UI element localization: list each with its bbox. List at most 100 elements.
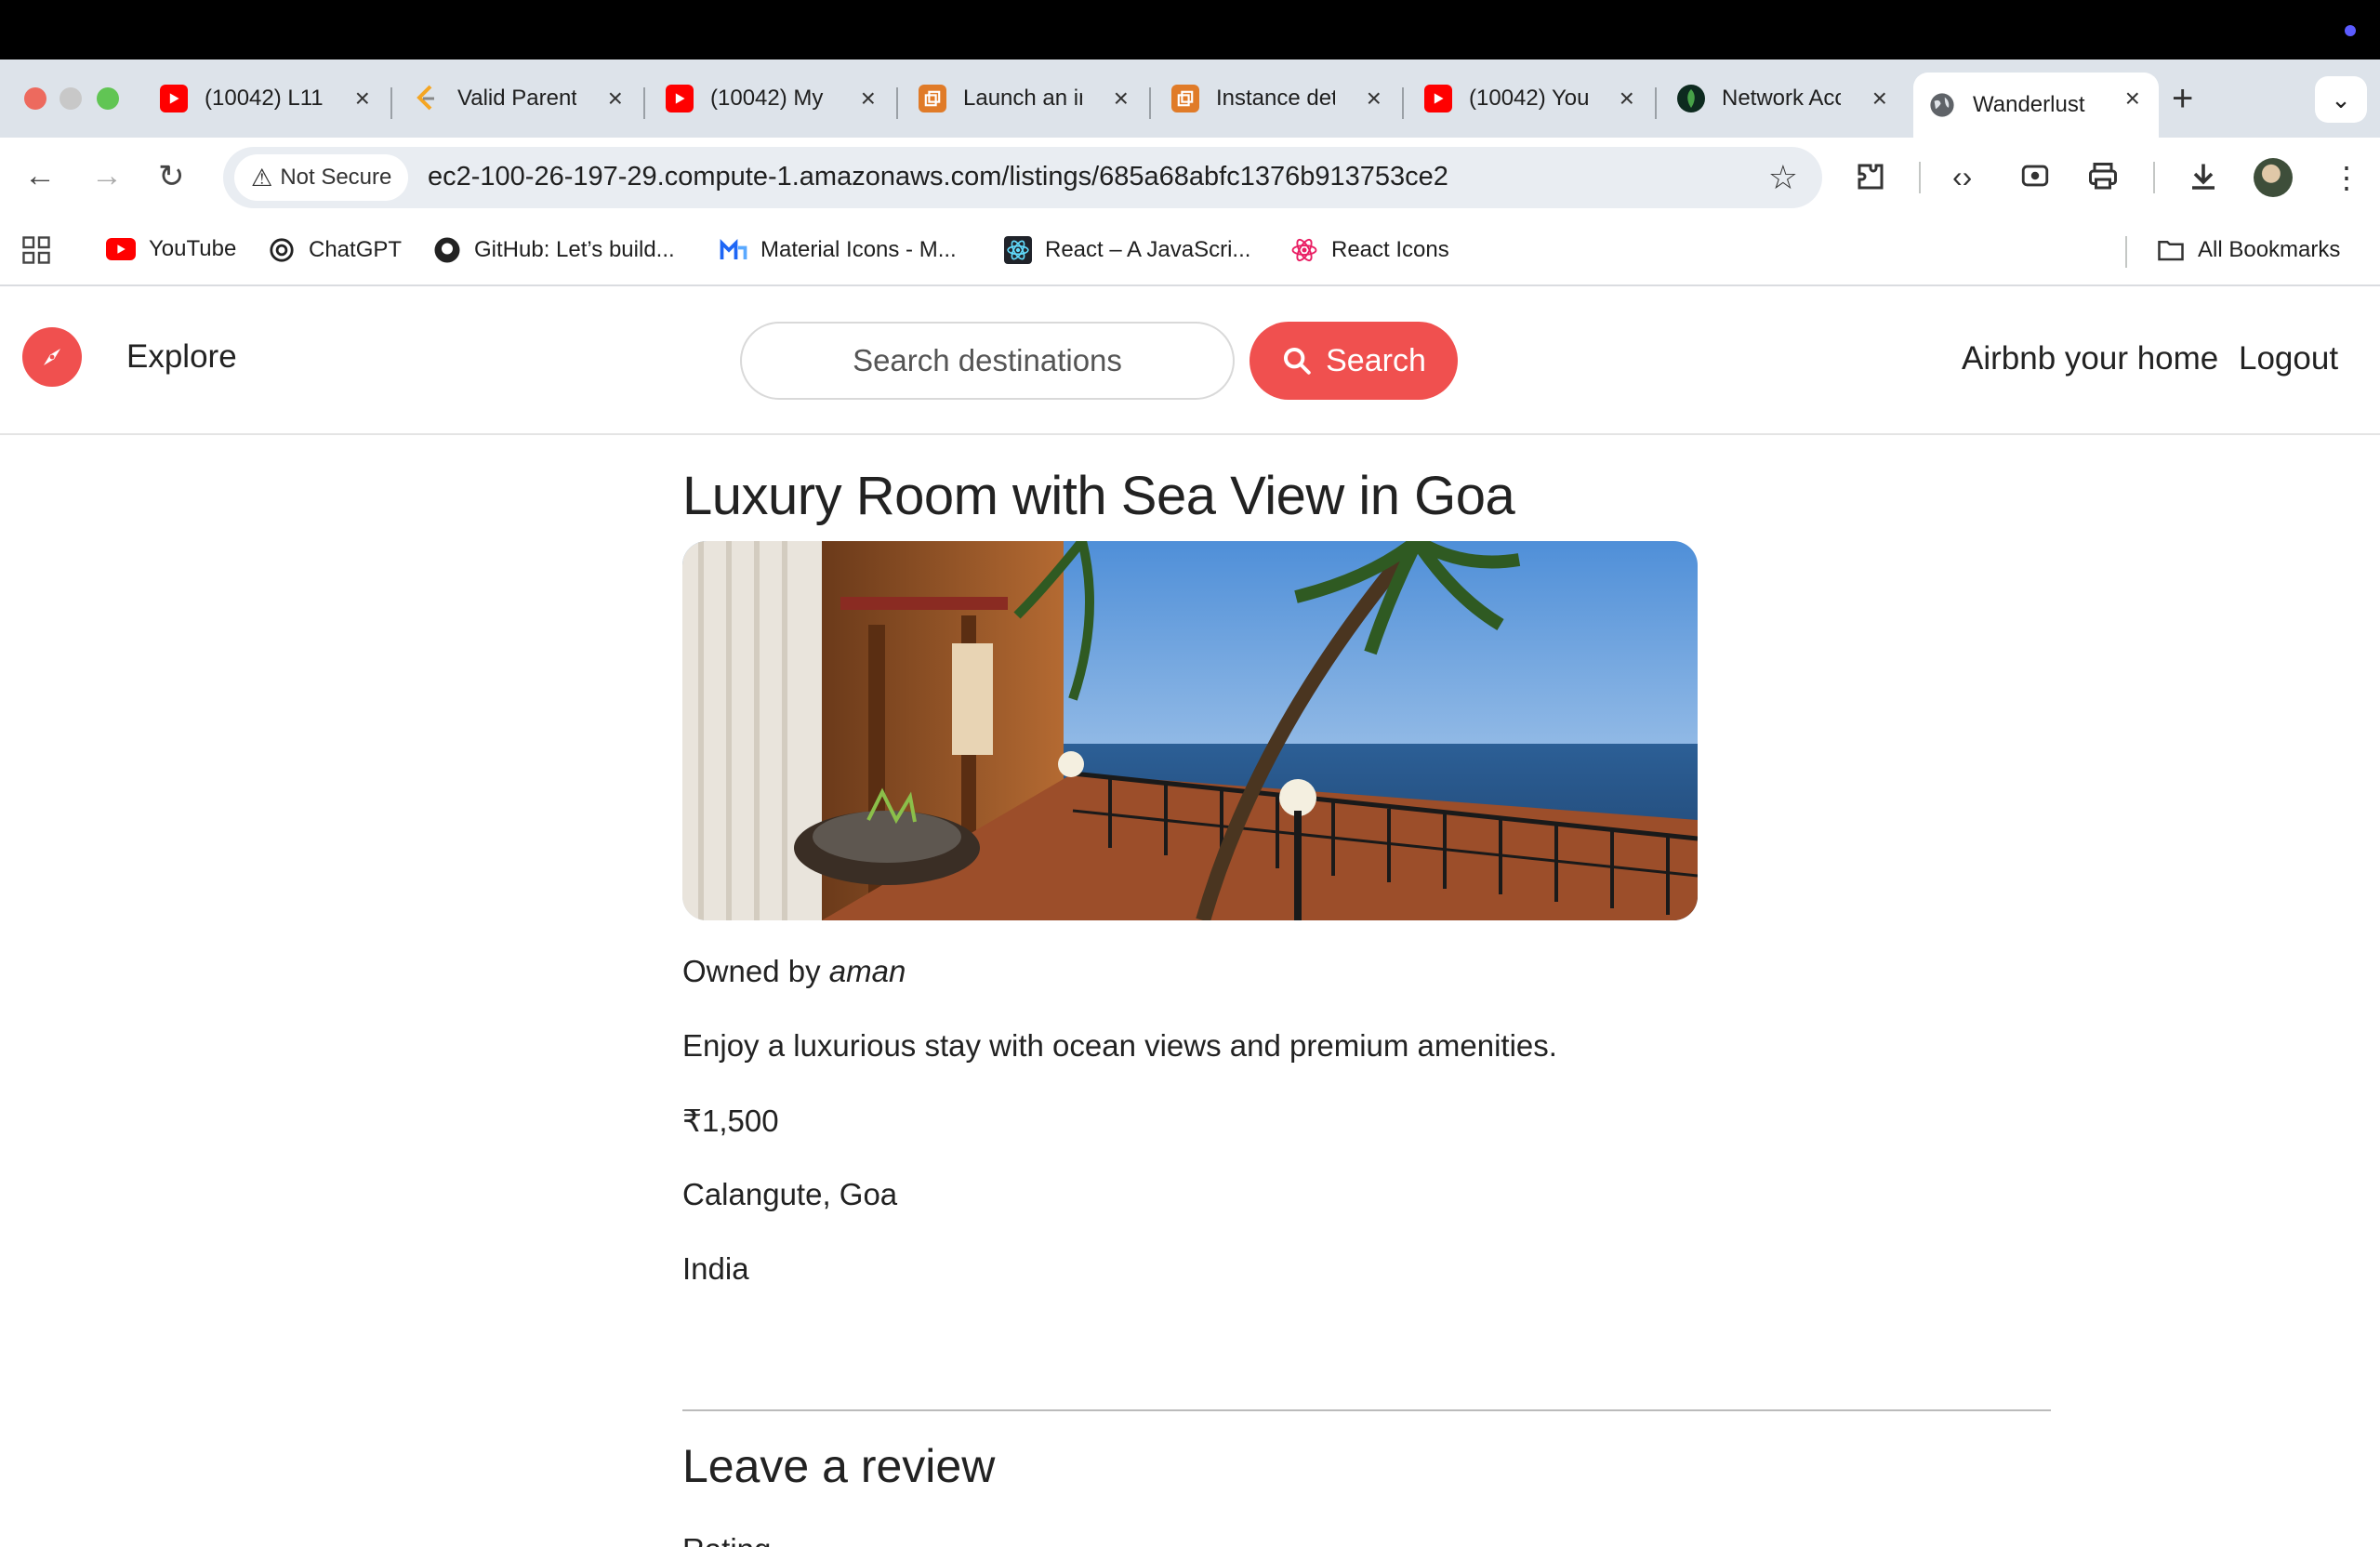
listing-title: Luxury Room with Sea View in Goa [682,466,1515,526]
bookmark-label: YouTube [149,236,237,261]
url-text[interactable]: ec2-100-26-197-29.compute-1.amazonaws.co… [428,162,1448,192]
code-icon[interactable]: ‹› [1952,160,1972,194]
logout-link[interactable]: Logout [2239,340,2338,377]
search-button[interactable]: Search [1250,322,1458,400]
bookmark-label: GitHub: Let’s build... [474,237,675,262]
compass-logo-icon[interactable] [22,327,82,387]
minimize-window-button[interactable] [60,87,82,110]
bookmark-github[interactable]: GitHub: Let’s build... [433,236,675,264]
listing-country: India [682,1251,749,1286]
tab-title: Instance details [1216,86,1335,111]
bookmark-react[interactable]: React – A JavaScri... [1004,236,1250,264]
listing-image [682,541,1698,920]
globe-icon [1928,91,1956,119]
tab-separator [1402,87,1404,119]
tab-title: (10042) My [710,86,824,111]
tab-title: (10042) L11 [205,86,324,111]
bookmarks-separator [2125,236,2127,268]
bookmark-label: All Bookmarks [2198,237,2341,262]
close-tab-icon[interactable]: × [1367,84,1382,113]
bookmark-youtube[interactable]: YouTube [106,236,236,262]
tab-leetcode[interactable]: Valid Parentheses × [398,73,641,125]
bookmark-material-icons[interactable]: Material Icons - M... [720,236,957,264]
download-icon[interactable] [2187,160,2220,201]
bookmark-star-icon[interactable]: ☆ [1768,158,1798,197]
search-input[interactable]: Search destinations [740,322,1235,400]
close-tab-icon[interactable]: × [608,84,623,113]
listing-location: Calangute, Goa [682,1177,898,1211]
owner-line: Owned by aman [682,954,906,989]
bookmark-label: React – A JavaScri... [1045,237,1251,262]
tab-youtube-2[interactable]: (10042) My × [651,73,894,125]
back-icon[interactable]: ← [24,158,56,194]
menu-bar [0,0,2380,60]
material-icon [720,236,747,264]
all-bookmarks[interactable]: All Bookmarks [2157,236,2340,264]
owner-name: aman [828,954,906,988]
profile-avatar[interactable] [2254,158,2293,197]
tab-aws-instance[interactable]: Instance details × [1157,73,1400,125]
close-tab-icon[interactable]: × [2125,84,2140,113]
bookmark-react-icons[interactable]: React Icons [1290,236,1449,264]
tab-strip: (10042) L11 × Valid Parentheses × (10042… [0,60,2380,138]
search-button-label: Search [1326,342,1426,378]
print-icon[interactable] [2086,160,2120,201]
tab-title: (10042) You [1469,86,1588,111]
react-icons-icon [1290,236,1318,264]
tab-separator [1655,87,1657,119]
airbnb-your-home-link[interactable]: Airbnb your home [1962,340,2218,377]
close-tab-icon[interactable]: × [1872,84,1887,113]
tab-aws-launch[interactable]: Launch an instance × [904,73,1147,125]
mongodb-icon [1677,85,1705,112]
owner-prefix: Owned by [682,954,821,988]
react-icon [1004,236,1032,264]
tab-separator [390,87,392,119]
tab-mongodb[interactable]: Network Access × [1662,73,1906,125]
explore-link[interactable]: Explore [126,338,237,376]
tab-youtube-1[interactable]: (10042) L11 × [145,73,389,125]
rating-label: Rating [682,1532,771,1547]
forward-icon[interactable]: → [91,158,123,194]
tab-title: Launch an instance [963,86,1082,111]
bookmark-chatgpt[interactable]: ChatGPT [268,236,402,264]
close-tab-icon[interactable]: × [1620,84,1634,113]
warning-icon: ⚠ [251,163,273,192]
youtube-icon [106,238,136,260]
bookmarks-bar: YouTube ChatGPT GitHub: Let’s build... M… [0,218,2380,286]
youtube-icon [1424,85,1452,112]
screenshot-icon[interactable] [2019,160,2051,199]
address-bar[interactable]: ⚠ Not Secure ec2-100-26-197-29.compute-1… [223,147,1822,208]
toolbar-separator [2153,162,2155,193]
leetcode-icon [413,85,441,112]
section-divider [682,1409,2051,1411]
aws-icon [919,85,946,112]
listing-description: Enjoy a luxurious stay with ocean views … [682,1028,1557,1063]
folder-icon [2157,236,2185,264]
browser-toolbar: ← → ↻ ⚠ Not Secure ec2-100-26-197-29.com… [0,138,2380,218]
bookmark-label: ChatGPT [309,237,403,262]
search-icon [1284,347,1311,375]
more-menu-icon[interactable]: ⋮ [2332,160,2361,195]
close-tab-icon[interactable]: × [1114,84,1129,113]
close-tab-icon[interactable]: × [861,84,876,113]
tab-search-button[interactable]: ⌄ [2315,76,2367,123]
apps-grid-icon[interactable] [22,236,50,264]
tab-youtube-3[interactable]: (10042) You × [1409,73,1653,125]
close-window-button[interactable] [24,87,46,110]
security-label: Not Secure [280,165,392,190]
tab-separator [1149,87,1151,119]
maximize-window-button[interactable] [97,87,119,110]
tab-separator [643,87,645,119]
youtube-icon [666,85,694,112]
security-chip[interactable]: ⚠ Not Secure [234,154,409,201]
extensions-icon[interactable] [1854,160,1887,201]
tab-title: Network Access [1722,86,1841,111]
tab-wanderlust-active[interactable]: Wanderlust × [1913,73,2159,138]
new-tab-button[interactable]: + [2172,78,2193,120]
reload-icon[interactable]: ↻ [158,158,185,195]
close-tab-icon[interactable]: × [355,84,370,113]
chevron-down-icon: ⌄ [2331,85,2351,113]
review-heading: Leave a review [682,1440,996,1492]
aws-icon [1171,85,1199,112]
bookmark-label: Material Icons - M... [760,237,957,262]
